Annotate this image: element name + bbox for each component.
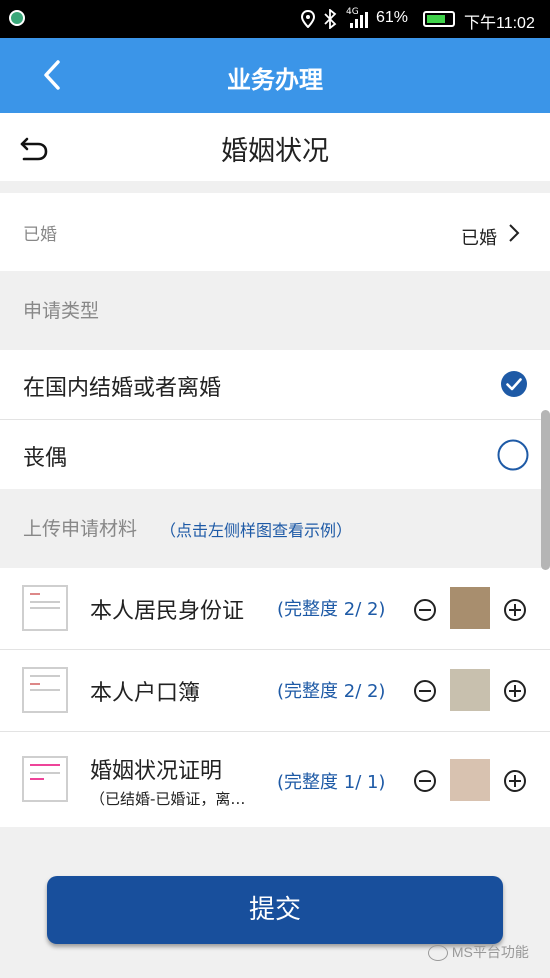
minus-circle-icon[interactable] [414, 770, 436, 792]
upload-hint: （点击左侧样图查看示例） [160, 521, 353, 540]
option-label: 丧偶 [23, 446, 68, 471]
scrollbar[interactable] [541, 410, 550, 570]
marital-status-row[interactable]: 已婚 已婚 [0, 193, 550, 271]
option-domestic-marriage[interactable]: 在国内结婚或者离婚 [0, 350, 550, 419]
plus-circle-icon[interactable] [504, 770, 526, 792]
marital-status-value: 已婚 [461, 228, 497, 249]
chevron-right-icon [509, 224, 520, 242]
signal-icon [350, 12, 368, 28]
location-icon [300, 10, 316, 28]
uploaded-photo[interactable] [450, 669, 490, 711]
upload-item-household-register: 本人户口簿 (完整度 2/ 2) [0, 650, 550, 731]
option-label: 在国内结婚或者离婚 [23, 376, 222, 401]
watermark-text: MS平台功能 [451, 944, 529, 960]
status-bar: 4G 61% 下午11:02 [0, 0, 550, 38]
item-name: 婚姻状况证明 [90, 759, 223, 784]
minus-circle-icon[interactable] [414, 599, 436, 621]
battery-icon [423, 11, 455, 27]
upload-item-marital-proof: 婚姻状况证明 （已结婚-已婚证，离… (完整度 1/ 1) [0, 732, 550, 827]
sample-thumbnail[interactable] [22, 756, 68, 802]
item-progress: (完整度 1/ 1) [277, 772, 386, 793]
marital-status-label: 已婚 [23, 225, 57, 245]
item-name: 本人户口簿 [90, 681, 201, 706]
option-widowed[interactable]: 丧偶 [0, 420, 550, 489]
item-progress: (完整度 2/ 2) [277, 599, 386, 620]
battery-percent: 61% [376, 9, 409, 26]
plus-circle-icon[interactable] [504, 599, 526, 621]
plus-circle-icon[interactable] [504, 680, 526, 702]
item-name: 本人居民身份证 [90, 599, 245, 624]
item-subtitle: （已结婚-已婚证，离… [90, 790, 246, 808]
page-title: 婚姻状况 [221, 136, 329, 167]
uploaded-photo[interactable] [450, 587, 490, 629]
minus-circle-icon[interactable] [414, 680, 436, 702]
uploaded-photo[interactable] [450, 759, 490, 801]
wechat-icon [428, 945, 448, 962]
item-progress: (完整度 2/ 2) [277, 681, 386, 702]
apply-type-heading: 申请类型 [23, 300, 100, 322]
bluetooth-icon [324, 9, 337, 29]
upload-item-id-card: 本人居民身份证 (完整度 2/ 2) [0, 568, 550, 649]
app-notification-icon [9, 10, 25, 26]
upload-heading: 上传申请材料 [23, 518, 138, 540]
checked-circle-icon[interactable] [500, 370, 528, 398]
sample-thumbnail[interactable] [22, 585, 68, 631]
sample-thumbnail[interactable] [22, 667, 68, 713]
app-header: 业务办理 [0, 38, 550, 113]
header-title: 业务办理 [227, 66, 323, 94]
clock: 下午11:02 [464, 15, 535, 32]
page-subheader: 婚姻状况 [0, 113, 550, 181]
unchecked-circle-icon[interactable] [497, 439, 529, 471]
watermark: MS平台功能 [428, 942, 529, 962]
submit-button[interactable]: 提交 [47, 876, 503, 944]
